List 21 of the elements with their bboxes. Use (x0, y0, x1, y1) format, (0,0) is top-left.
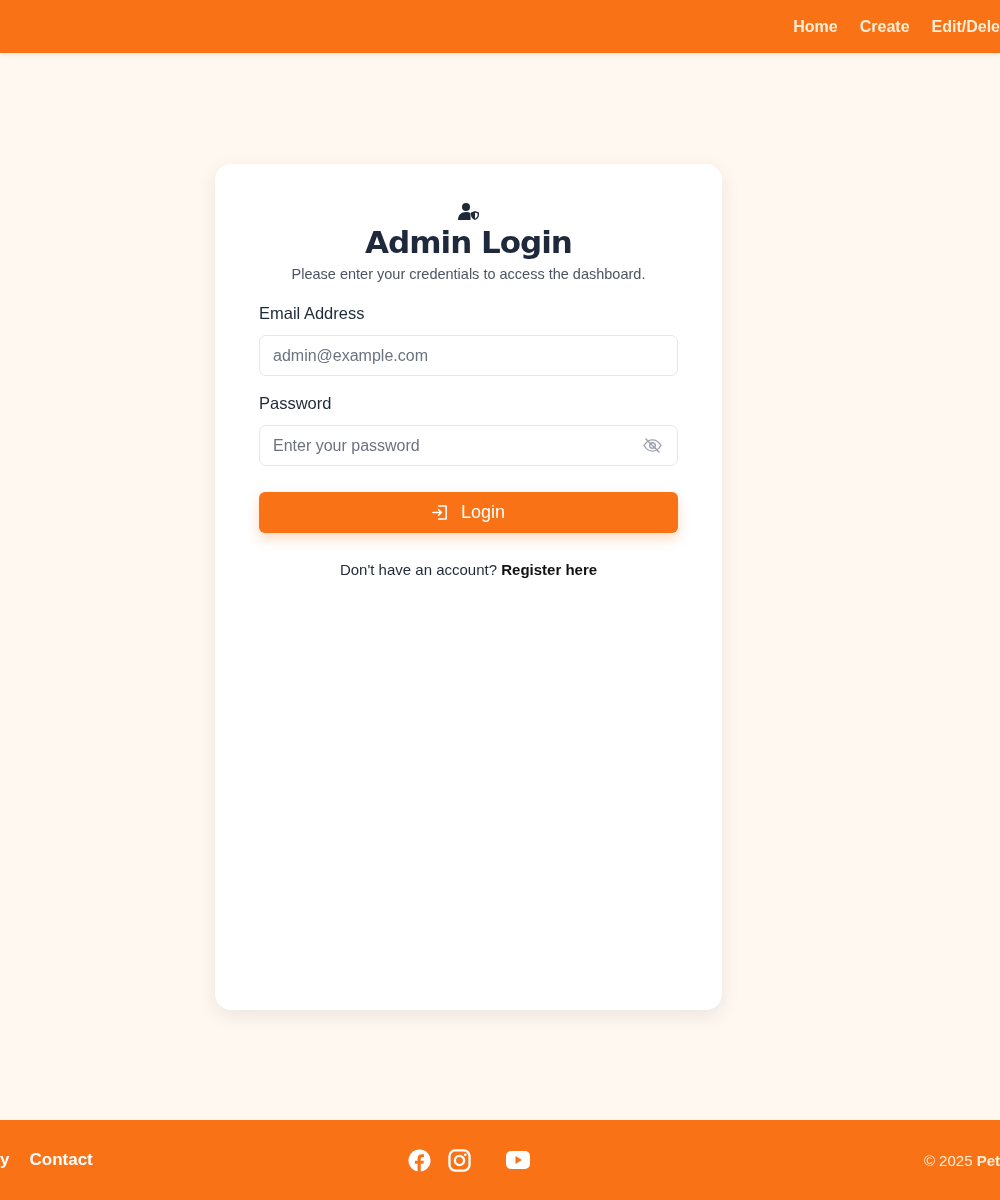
field-label: Password (259, 394, 333, 413)
register-prompt: Don't have an account? (339, 561, 498, 578)
facebook-icon[interactable] (408, 1148, 431, 1172)
youtube-icon[interactable] (506, 1151, 530, 1169)
eye-slash-icon[interactable] (643, 438, 662, 453)
field-label: Email Address (259, 304, 366, 323)
login-icon (431, 504, 449, 521)
password-field[interactable]: Enter your password (259, 425, 678, 466)
login-title: Admin Login (365, 224, 572, 260)
nav-link[interactable]: Home (793, 17, 838, 36)
user-shield-icon (457, 202, 480, 220)
footer-link[interactable]: Contact (29, 1150, 93, 1170)
email-field[interactable]: admin@example.com (259, 335, 678, 376)
register-link[interactable]: Register here (501, 561, 598, 578)
copyright-text: © 2025 Pet (922, 1151, 1000, 1169)
login-button[interactable]: Login (259, 492, 678, 533)
instagram-icon[interactable] (448, 1148, 471, 1172)
nav-link[interactable]: Edit/Dele (931, 17, 1000, 36)
footer-link[interactable]: y (0, 1150, 10, 1170)
nav-link[interactable]: Create (859, 17, 910, 36)
login-subtitle: Please enter your credentials to access the dashboard. (291, 266, 646, 282)
